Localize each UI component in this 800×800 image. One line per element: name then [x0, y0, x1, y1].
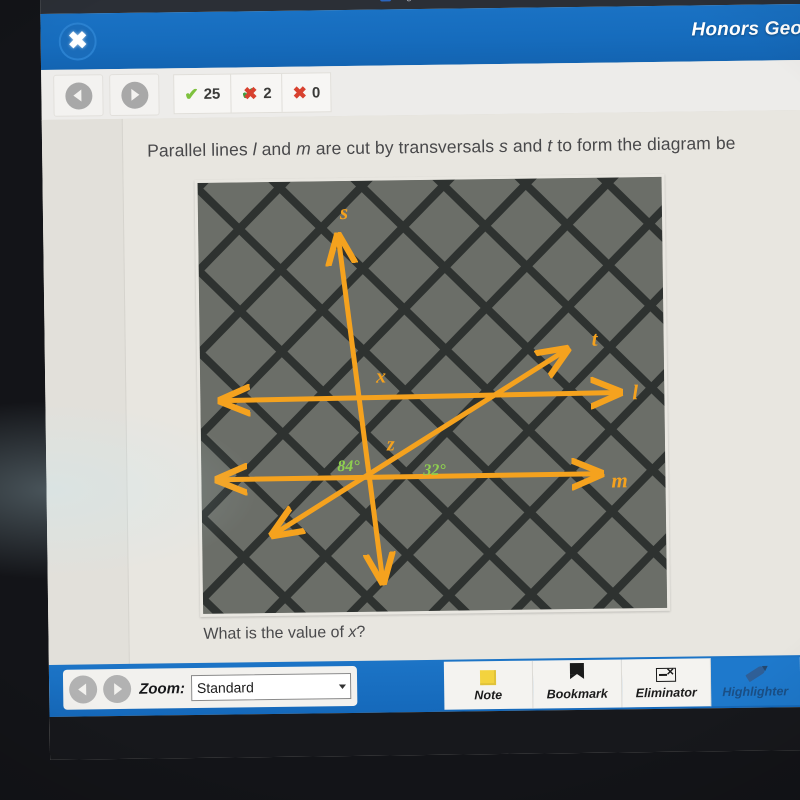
- x-icon: ✖: [292, 83, 308, 103]
- page-title: Honors Geo P: [691, 18, 800, 41]
- forward-arrow-icon: [120, 81, 149, 109]
- check-icon: ✔: [184, 84, 199, 104]
- tool-bookmark[interactable]: Bookmark: [532, 659, 623, 709]
- left-rail: [41, 118, 130, 665]
- prompt-var-s: s: [498, 135, 509, 157]
- zoom-back-button[interactable]: [68, 675, 98, 704]
- tool-bookmark-label: Bookmark: [546, 686, 608, 702]
- zoom-label: Zoom:: [139, 679, 186, 698]
- sub-question-prefix: What is the value of: [203, 624, 349, 643]
- back-arrow-icon: [64, 81, 93, 110]
- score-group: ✔ 25 ✔ ✖ 2 ✖ 0: [173, 72, 332, 115]
- sub-question: What is the value of x?: [203, 624, 365, 644]
- sub-question-suffix: ?: [356, 623, 366, 641]
- screen: Log in to Clever No ✖ Honors Geo P ✔: [40, 0, 800, 760]
- prompt-seg: and: [507, 135, 548, 156]
- score-correct: ✔ 25: [174, 74, 232, 114]
- tool-highlighter[interactable]: Highlighter: [710, 657, 800, 707]
- label-angle-z: z: [386, 433, 395, 455]
- tool-note-label: Note: [474, 688, 503, 703]
- app-header: ✖ Honors Geo P: [40, 3, 800, 70]
- back-button[interactable]: [53, 74, 104, 117]
- score-partial-value: 2: [263, 84, 272, 102]
- prompt-seg: Parallel lines: [146, 139, 253, 161]
- tool-eliminator[interactable]: Eliminator: [621, 658, 712, 708]
- zoom-group: Zoom: Standard ▾: [62, 665, 358, 710]
- geometry-diagram: s t l m x z 84° 32°: [197, 176, 668, 614]
- tool-highlighter-label: Highlighter: [722, 684, 789, 700]
- score-partial: ✔ ✖ 2: [231, 73, 283, 113]
- browser-tab[interactable]: Log in to Clever: [380, 0, 465, 8]
- sub-question-var: x: [348, 623, 357, 642]
- zoom-forward-button[interactable]: [102, 674, 132, 704]
- label-line-l: l: [632, 380, 638, 404]
- label-angle-84: 84°: [337, 458, 360, 475]
- prompt-seg: to form the diagram be: [552, 132, 736, 156]
- question-prompt: Parallel lines l and m are cut by transv…: [147, 131, 800, 162]
- screen-bottom-bezel: [49, 706, 800, 760]
- label-line-s: s: [339, 200, 349, 224]
- label-angle-32: 32°: [422, 462, 446, 479]
- figure-frame: s t l m x z 84° 32°: [194, 173, 671, 617]
- photo-of-screen: Log in to Clever No ✖ Honors Geo P ✔: [0, 0, 800, 800]
- highlighter-icon: [744, 665, 766, 683]
- close-icon[interactable]: ✖: [58, 22, 97, 61]
- eliminator-icon: [655, 666, 677, 684]
- browser-tab-label: Log in to Clever: [395, 0, 465, 2]
- label-line-m: m: [611, 468, 628, 492]
- prompt-var-m: m: [295, 138, 311, 159]
- forward-button[interactable]: [109, 73, 160, 117]
- label-angle-x: x: [375, 366, 386, 388]
- close-glyph: ✖: [67, 27, 88, 55]
- bookmark-icon: [569, 667, 585, 685]
- chevron-down-icon: ▾: [339, 680, 347, 691]
- favicon-icon: [380, 0, 392, 2]
- sticky-note-icon: [479, 668, 497, 686]
- diagram-svg: s t l m x z 84° 32°: [197, 176, 668, 614]
- content-area: Parallel lines l and m are cut by transv…: [41, 109, 800, 665]
- partial-icon: ✔ ✖: [241, 83, 258, 103]
- score-incorrect-value: 0: [311, 83, 321, 101]
- zoom-select[interactable]: Standard ▾: [190, 672, 352, 702]
- browser-tab-label: No: [520, 0, 533, 1]
- tool-group: Note Bookmark Eliminator Highlighter Lin…: [443, 655, 800, 710]
- prompt-seg: are cut by transversals: [310, 136, 500, 159]
- zoom-select-value: Standard: [196, 679, 254, 697]
- browser-tab[interactable]: No: [505, 0, 533, 6]
- score-correct-value: 25: [203, 85, 221, 103]
- prompt-seg: and: [256, 138, 297, 160]
- tool-eliminator-label: Eliminator: [635, 685, 697, 701]
- score-incorrect: ✖ 0: [282, 73, 330, 112]
- tool-note[interactable]: Note: [443, 660, 534, 710]
